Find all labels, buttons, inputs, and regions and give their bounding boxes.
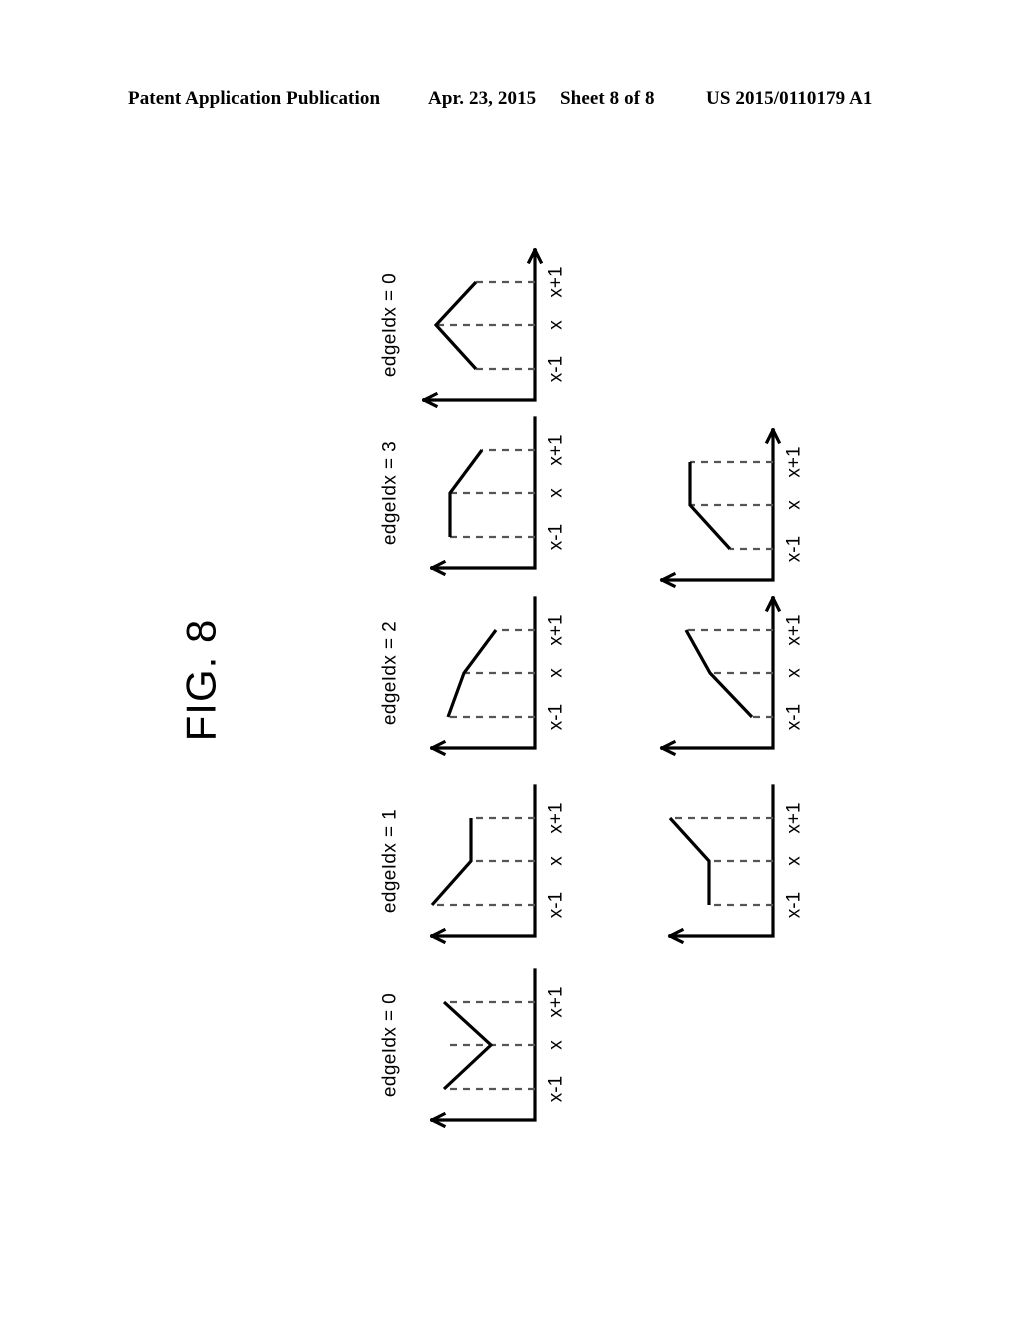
tick-label-xplus1: x+1: [784, 446, 805, 477]
signal-polyline: [446, 629, 498, 718]
panel-title-edgeidx: edgeIdx = 1: [380, 809, 401, 913]
chart-panel-bottom-edgeidx-3: x+1 x x-1: [610, 410, 810, 600]
chart-svg: x+1 x x-1 edgeIdx = 0: [380, 968, 567, 1129]
tick-label-x: x: [784, 856, 805, 866]
tick-label-xplus1: x+1: [784, 802, 805, 833]
tick-label-xplus1: x+1: [546, 266, 567, 297]
signal-polyline: [688, 462, 732, 551]
chart-svg: x+1 x x-1: [659, 427, 805, 589]
tick-label-x: x: [784, 500, 805, 510]
tick-label-xminus1: x-1: [546, 524, 567, 550]
tick-label-x: x: [784, 668, 805, 678]
tick-label-xplus1: x+1: [546, 986, 567, 1017]
tick-label-xplus1: x+1: [784, 614, 805, 645]
chart-panel-top-edgeidx-2: x+1 x x-1 edgeIdx = 2: [372, 590, 572, 780]
tick-label-x: x: [546, 856, 567, 866]
chart-panel-top-edgeidx-0-valley: x+1 x x-1 edgeIdx = 0: [372, 962, 572, 1152]
tick-label-xplus1: x+1: [546, 614, 567, 645]
chart-panel-bottom-edgeidx-1: x+1 x x-1: [610, 778, 810, 968]
tick-label-xminus1: x-1: [784, 536, 805, 562]
signal-polyline: [430, 818, 473, 907]
tick-label-x: x: [546, 668, 567, 678]
tick-label-xminus1: x-1: [784, 892, 805, 918]
tick-label-x: x: [546, 320, 567, 330]
tick-label-xminus1: x-1: [546, 1076, 567, 1102]
tick-label-x: x: [546, 488, 567, 498]
chart-svg: x+1 x x-1 edgeIdx = 0: [380, 247, 567, 409]
chart-panel-top-edgeidx-3: x+1 x x-1 edgeIdx = 3: [372, 410, 572, 600]
tick-label-xplus1: x+1: [546, 802, 567, 833]
chart-panel-top-edgeidx-1: x+1 x x-1 edgeIdx = 1: [372, 778, 572, 968]
panel-title-edgeidx: edgeIdx = 0: [380, 273, 401, 377]
figure-charts-container: x+1 x x-1 edgeIdx = 0 x+1 x x-1 edgeIdx …: [0, 0, 1024, 1320]
chart-svg: x+1 x x-1 edgeIdx = 3: [380, 416, 567, 577]
tick-label-xminus1: x-1: [546, 892, 567, 918]
signal-polyline: [668, 816, 711, 905]
panel-title-edgeidx: edgeIdx = 3: [380, 441, 401, 545]
tick-label-xminus1: x-1: [784, 704, 805, 730]
tick-label-xminus1: x-1: [546, 704, 567, 730]
chart-svg: x+1 x x-1: [667, 784, 805, 945]
panel-title-edgeidx: edgeIdx = 0: [380, 993, 401, 1097]
tick-label-x: x: [546, 1040, 567, 1050]
chart-panel-top-edgeidx-0-peak: x+1 x x-1 edgeIdx = 0: [372, 230, 572, 420]
chart-svg: x+1 x x-1 edgeIdx = 2: [380, 596, 567, 757]
chart-panel-bottom-edgeidx-2: x+1 x x-1: [610, 590, 810, 780]
panel-title-edgeidx: edgeIdx = 2: [380, 621, 401, 725]
chart-svg: x+1 x x-1: [659, 595, 805, 757]
tick-label-xminus1: x-1: [546, 356, 567, 382]
chart-svg: x+1 x x-1 edgeIdx = 1: [380, 784, 567, 945]
tick-label-xplus1: x+1: [546, 434, 567, 465]
